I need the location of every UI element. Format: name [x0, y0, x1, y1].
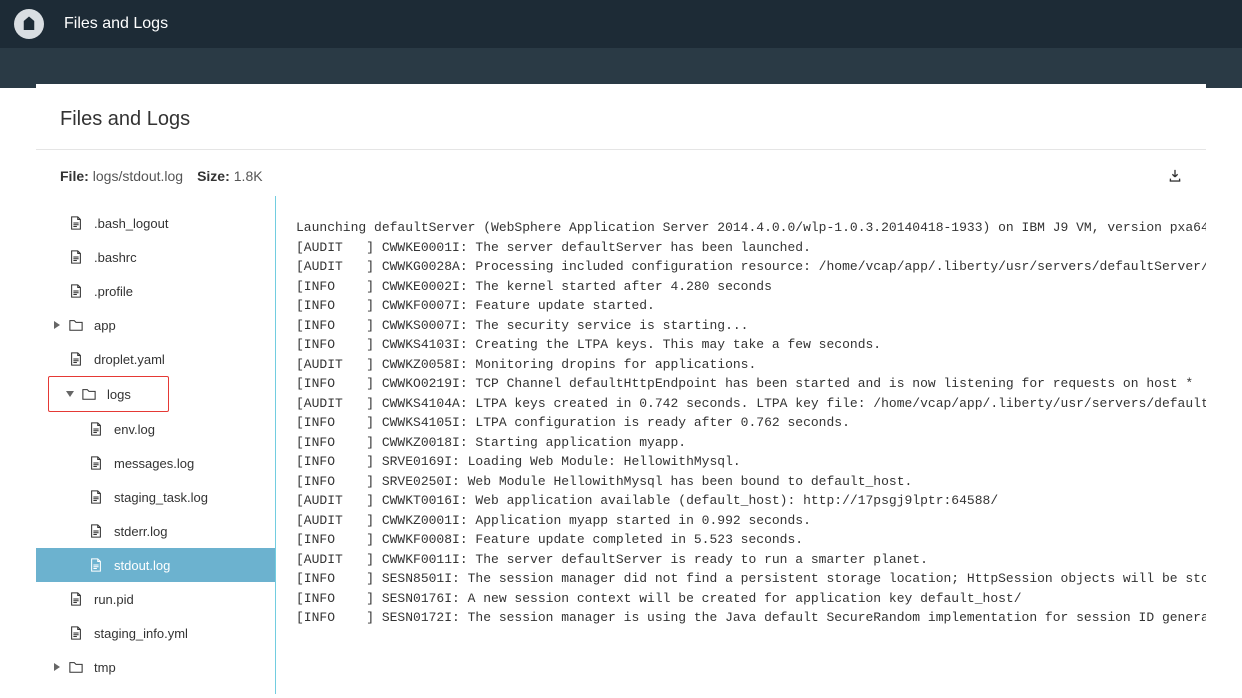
tree-file-stdout.log[interactable]: stdout.log	[36, 548, 275, 582]
tree-folder-logs[interactable]: logs	[49, 377, 168, 411]
download-icon[interactable]	[1168, 169, 1182, 183]
tree-item-label: staging_task.log	[114, 490, 208, 505]
file-icon	[86, 558, 106, 572]
subbar	[0, 48, 1242, 88]
tree-item-label: app	[94, 318, 116, 333]
size-label: Size:	[197, 168, 230, 184]
file-icon	[86, 456, 106, 470]
topbar: Files and Logs	[0, 0, 1242, 48]
tree-file-stderr.log[interactable]: stderr.log	[36, 514, 275, 548]
file-label: File:	[60, 168, 89, 184]
tree-file-messages.log[interactable]: messages.log	[36, 446, 275, 480]
tree-item-label: env.log	[114, 422, 155, 437]
file-tree: .bash_logout .bashrc .profile app droplet.ya…	[36, 196, 276, 694]
file-icon	[66, 284, 86, 298]
tree-file-.bash_logout[interactable]: .bash_logout	[36, 206, 275, 240]
file-icon	[66, 216, 86, 230]
page-title: Files and Logs	[36, 84, 1206, 150]
main-card: Files and Logs File: logs/stdout.log Siz…	[36, 84, 1206, 694]
tree-file-staging_info.yml[interactable]: staging_info.yml	[36, 616, 275, 650]
topbar-title: Files and Logs	[64, 15, 168, 33]
tree-item-label: run.pid	[94, 592, 134, 607]
size-value: 1.8K	[234, 168, 263, 184]
app-logo	[14, 9, 44, 39]
highlight-annotation: logs	[48, 376, 169, 412]
file-icon	[66, 352, 86, 366]
tree-file-env.log[interactable]: env.log	[36, 412, 275, 446]
caret-down-icon[interactable]	[65, 390, 75, 398]
file-icon	[66, 592, 86, 606]
file-icon	[86, 490, 106, 504]
tree-item-label: staging_info.yml	[94, 626, 188, 641]
caret-right-icon[interactable]	[52, 321, 62, 329]
tree-file-.profile[interactable]: .profile	[36, 274, 275, 308]
tree-item-label: logs	[107, 387, 131, 402]
folder-icon	[66, 660, 86, 674]
file-icon	[66, 626, 86, 640]
tree-item-label: .bash_logout	[94, 216, 168, 231]
file-icon	[66, 250, 86, 264]
file-info-row: File: logs/stdout.log Size: 1.8K	[36, 150, 1206, 196]
tree-item-label: stderr.log	[114, 524, 167, 539]
tree-folder-tmp[interactable]: tmp	[36, 650, 275, 684]
file-icon	[86, 422, 106, 436]
tree-file-droplet.yaml[interactable]: droplet.yaml	[36, 342, 275, 376]
tree-item-label: .profile	[94, 284, 133, 299]
folder-icon	[66, 318, 86, 332]
tree-item-label: messages.log	[114, 456, 194, 471]
tree-item-label: .bashrc	[94, 250, 137, 265]
file-icon	[86, 524, 106, 538]
tree-item-label: tmp	[94, 660, 116, 675]
content-panel: .bash_logout .bashrc .profile app droplet.ya…	[36, 196, 1206, 694]
file-path: logs/stdout.log	[93, 168, 183, 184]
tree-folder-app[interactable]: app	[36, 308, 275, 342]
tree-file-.bashrc[interactable]: .bashrc	[36, 240, 275, 274]
log-output: Launching defaultServer (WebSphere Appli…	[276, 196, 1206, 694]
tree-item-label: stdout.log	[114, 558, 170, 573]
tree-file-staging_task.log[interactable]: staging_task.log	[36, 480, 275, 514]
caret-right-icon[interactable]	[52, 663, 62, 671]
tree-file-run.pid[interactable]: run.pid	[36, 582, 275, 616]
folder-icon	[79, 387, 99, 401]
tree-item-label: droplet.yaml	[94, 352, 165, 367]
